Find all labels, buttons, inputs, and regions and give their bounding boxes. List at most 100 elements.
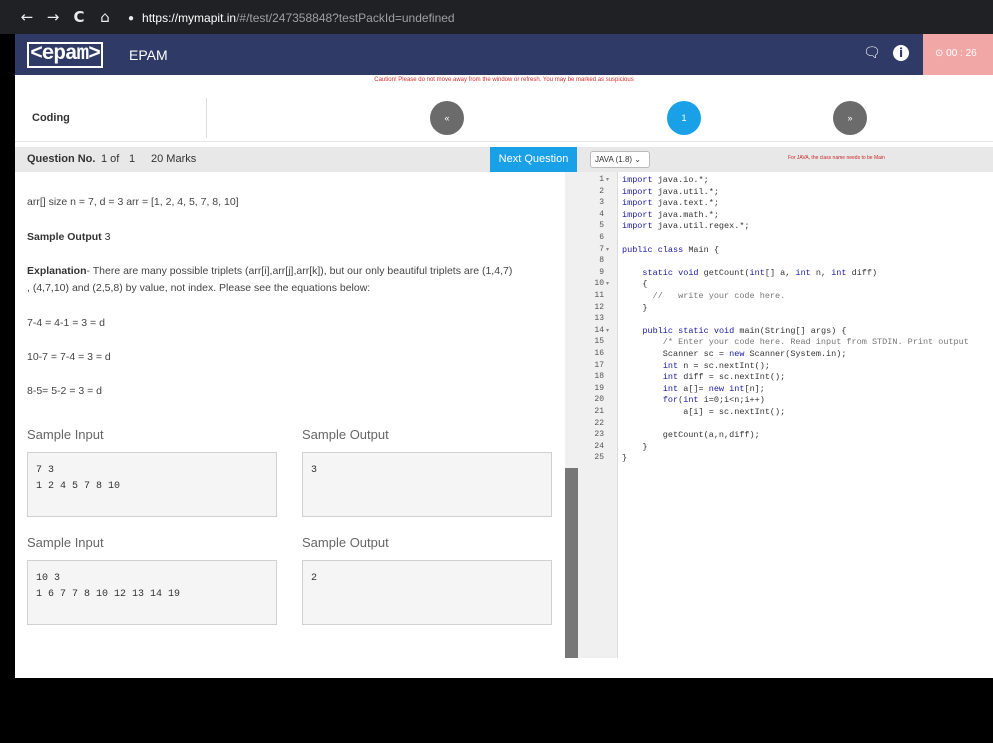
code-line: import java.text.*; [622, 198, 719, 209]
line-number: 12 [594, 302, 604, 312]
equation-2: 10-7 = 7-4 = 3 = d [27, 351, 111, 363]
app-header: <epam> EPAM 🗨 i ⊙ 00 : 26 [15, 34, 993, 75]
home-icon[interactable]: ⌂ [92, 8, 118, 26]
sample-input-title: Sample Input [27, 427, 104, 442]
forward-icon[interactable]: → [40, 8, 66, 26]
line-number: 8 [599, 256, 604, 266]
code-line: int a[]= new int[n]; [662, 383, 765, 394]
equation-3: 8-5= 5-2 = 3 = d [27, 385, 103, 397]
line-number: 14 [594, 325, 604, 335]
lock-icon: ● [128, 12, 135, 24]
equation-1: 7-4 = 4-1 = 3 = d [27, 317, 105, 329]
code-line: } [622, 441, 648, 452]
section-bar: Coding « 1 » [15, 94, 993, 142]
java-class-note: For JAVA, the class name needs to be Mai… [788, 155, 885, 161]
code-line: public static void main(String[] args) { [642, 325, 847, 336]
code-line: public class Main { [622, 244, 719, 255]
epam-logo: <epam> [27, 42, 103, 68]
line-number: 17 [594, 360, 604, 370]
line-number: 9 [599, 267, 604, 277]
content-scrollbar[interactable] [565, 172, 578, 658]
url-path: /#/test/247358848?testPackId=undefined [236, 11, 455, 25]
chat-icon[interactable]: 🗨 [863, 45, 881, 61]
question-label: Question No. [27, 153, 96, 165]
code-line: static void getCount(int[] a, int n, int… [642, 267, 878, 278]
line-number: 4 [599, 209, 604, 219]
code-line: import java.math.*; [622, 209, 719, 220]
language-select[interactable]: JAVA (1.8) ⌄ [590, 151, 650, 168]
line-number: 21 [594, 407, 604, 416]
fold-arrow-icon[interactable]: ▾ [606, 327, 609, 334]
code-line: a[i] = sc.nextInt(); [622, 407, 786, 417]
question-1-button[interactable]: 1 [667, 101, 701, 135]
sample-output-title: Sample Output [302, 535, 389, 550]
line-number: 1 [599, 175, 604, 184]
line-number: 23 [594, 430, 604, 440]
address-bar[interactable]: ● https://mymapit.in/#/test/247358848?te… [128, 6, 968, 30]
line-number-gutter: 1 ▾ 2 3 4 5 6 7 ▾ 8 9 10 ▾ 11 12 13 14 ▾ 15 16 17 18 19 20 21 22 2… [578, 172, 618, 658]
code-line: } [622, 302, 648, 313]
sample-output-box: 3 [302, 452, 552, 517]
scrollbar-thumb[interactable] [565, 468, 578, 658]
fold-arrow-icon[interactable]: ▾ [606, 280, 609, 287]
back-icon[interactable]: ← [14, 8, 40, 26]
sample-input-title: Sample Input [27, 535, 104, 550]
section-label: Coding [32, 112, 70, 124]
page: <epam> EPAM 🗨 i ⊙ 00 : 26 Caution! Pleas… [15, 34, 993, 678]
prev-question-button[interactable]: « [430, 101, 464, 135]
explanation: Explanation- There are many possible tri… [27, 265, 513, 277]
code-line: import java.util.*; [622, 186, 719, 197]
line-number: 18 [594, 372, 604, 382]
url-host: https://mymapit.in [142, 11, 237, 25]
next-question-arrow-button[interactable]: » [833, 101, 867, 135]
sample-output-title: Sample Output [302, 427, 389, 442]
code-editor[interactable]: import java.io.*; import java.util.*; impo… [618, 172, 993, 658]
browser-toolbar: ← → C ⌂ ● https://mymapit.in/#/test/2473… [0, 0, 993, 34]
brand-name: EPAM [129, 47, 168, 63]
code-line: // write your code here. [622, 291, 786, 301]
code-line: int n = sc.nextInt(); [662, 360, 770, 371]
sample-input-box: 7 3 1 2 4 5 7 8 10 [27, 452, 277, 517]
line-number: 16 [594, 349, 604, 358]
line-number: 25 [594, 453, 604, 463]
code-line: import java.util.regex.*; [622, 221, 750, 232]
code-line: Scanner sc = new Scanner(System.in); [622, 349, 847, 359]
caution-message: Caution! Please do not move away from th… [374, 77, 634, 83]
line-number: 22 [594, 418, 604, 428]
question-total: 1 [129, 153, 136, 165]
divider [206, 98, 207, 138]
code-line: for(int i=0;i<n;i++) [662, 395, 765, 406]
code-line: import java.io.*; [622, 175, 709, 185]
code-line: } [622, 453, 628, 464]
line-number: 6 [599, 233, 604, 242]
code-line: /* Enter your code here. Read input from… [622, 337, 969, 348]
code-line: { [622, 279, 648, 290]
explanation-continued: , (4,7,10) and (2,5,8) by value, not ind… [27, 282, 371, 294]
fold-arrow-icon[interactable]: ▾ [606, 246, 609, 253]
array-line: arr[] size n = 7, d = 3 arr = [1, 2, 4, … [27, 196, 239, 208]
code-line: getCount(a,n,diff); [622, 430, 760, 441]
question-content: arr[] size n = 7, d = 3 arr = [1, 2, 4, … [15, 172, 565, 658]
line-number: 5 [599, 221, 604, 231]
reload-icon[interactable]: C [66, 8, 92, 26]
line-number: 2 [599, 186, 604, 196]
editor-toolbar: JAVA (1.8) ⌄ For JAVA, the class name ne… [578, 147, 993, 172]
sample-input-box: 10 3 1 6 7 7 8 10 12 13 14 19 [27, 560, 277, 625]
question-marks: 20 Marks [151, 153, 197, 165]
info-icon[interactable]: i [893, 45, 909, 61]
line-number: 3 [599, 198, 604, 208]
next-question-button[interactable]: Next Question [490, 147, 577, 172]
timer: ⊙ 00 : 26 [923, 34, 993, 75]
line-number: 11 [594, 291, 604, 300]
line-number: 15 [594, 337, 604, 347]
fold-arrow-icon[interactable]: ▾ [606, 176, 609, 183]
line-number: 10 [594, 279, 604, 289]
sample-output-heading: Sample Output 3 [27, 231, 111, 243]
line-number: 20 [594, 395, 604, 405]
screen-bottom [0, 678, 993, 743]
line-number: 19 [594, 383, 604, 393]
line-number: 7 [599, 244, 604, 254]
code-line: int diff = sc.nextInt(); [662, 372, 786, 383]
question-position: 1 of [101, 153, 120, 165]
line-number: 24 [594, 441, 604, 451]
